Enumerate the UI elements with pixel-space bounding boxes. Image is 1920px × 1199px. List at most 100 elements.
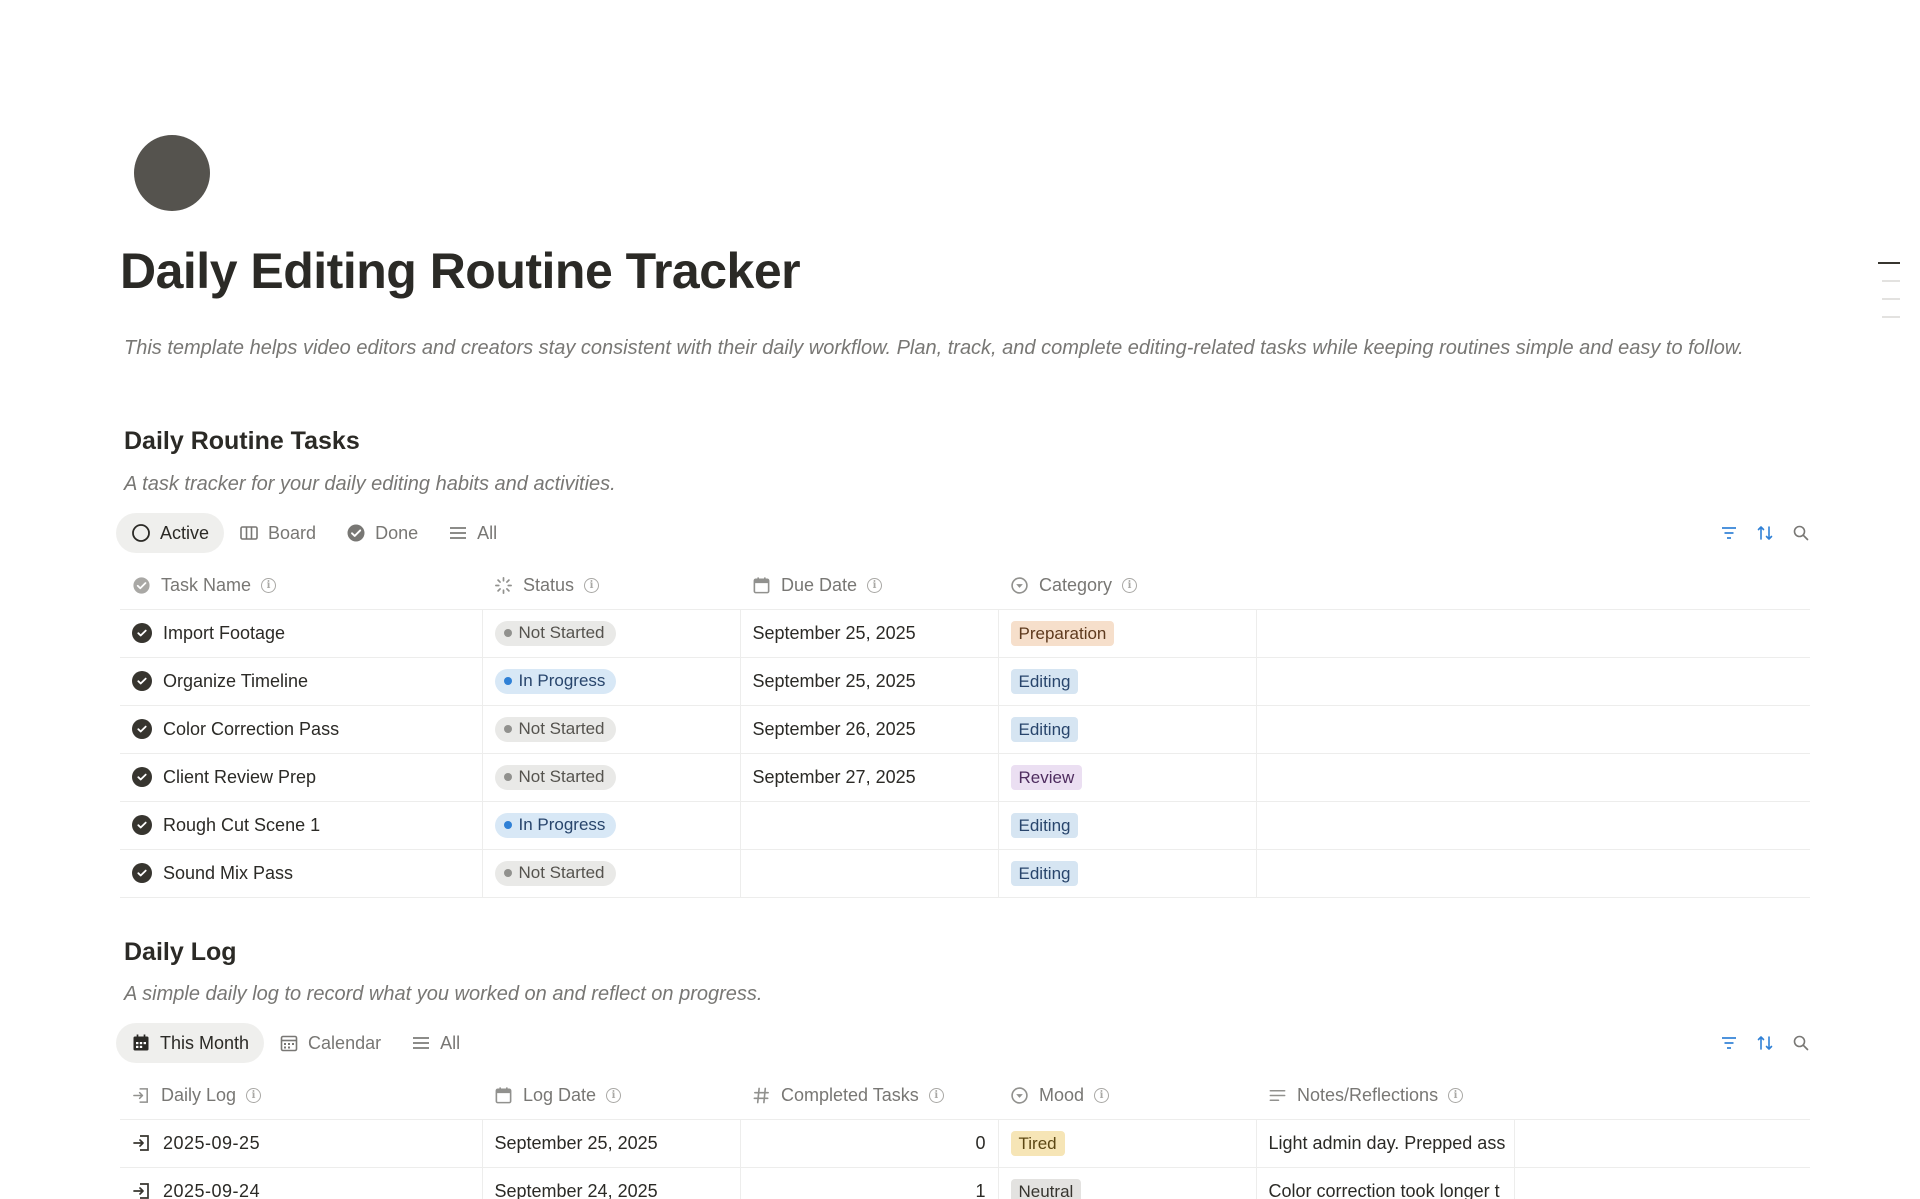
column-header-task-name[interactable]: Task Name i [120, 563, 482, 610]
column-header-completed-tasks[interactable]: Completed Tasks i [740, 1073, 998, 1120]
info-icon[interactable]: i [1122, 578, 1138, 594]
info-icon[interactable]: i [1094, 1088, 1110, 1104]
empty-cell [1256, 849, 1810, 898]
due-date[interactable]: September 25, 2025 [740, 657, 999, 706]
category-tag[interactable]: Review [1010, 764, 1083, 790]
info-icon[interactable]: i [1448, 1088, 1464, 1104]
status-badge[interactable]: Not Started [494, 716, 616, 742]
column-header-notes[interactable]: Notes/Reflections i [1256, 1073, 1514, 1120]
section-title: Daily Log [124, 938, 237, 966]
filter-icon[interactable] [1720, 1034, 1738, 1052]
status-loader-icon [495, 577, 512, 595]
tab-this-month[interactable]: This Month [116, 1023, 265, 1063]
due-date[interactable]: September 26, 2025 [740, 705, 999, 754]
empty-cell [1256, 705, 1810, 754]
log-date[interactable]: September 25, 2025 [482, 1119, 741, 1168]
log-date[interactable]: September 24, 2025 [482, 1167, 741, 1199]
table-row[interactable]: Rough Cut Scene 1 In Progress Editing [120, 801, 1810, 850]
task-name[interactable]: Sound Mix Pass [163, 863, 293, 884]
status-badge[interactable]: In Progress [494, 812, 617, 838]
column-header-mood[interactable]: Mood i [998, 1073, 1256, 1120]
column-header-category[interactable]: Category i [998, 563, 1256, 610]
check-circle-icon [132, 671, 152, 691]
completed-tasks[interactable]: 1 [740, 1167, 999, 1199]
table-row[interactable]: Color Correction Pass Not Started Septem… [120, 705, 1810, 754]
filter-icon[interactable] [1720, 524, 1738, 542]
table-row[interactable]: 2025-09-24 September 24, 2025 1 Neutral … [120, 1167, 1810, 1199]
column-label: Status [523, 575, 575, 596]
column-header-log-date[interactable]: Log Date i [482, 1073, 740, 1120]
mood-tag[interactable]: Tired [1010, 1130, 1065, 1156]
mood-tag[interactable]: Neutral [1010, 1178, 1082, 1199]
status-badge[interactable]: Not Started [494, 620, 616, 646]
due-date[interactable]: September 27, 2025 [740, 753, 999, 802]
info-icon[interactable]: i [867, 578, 883, 594]
status-badge[interactable]: Not Started [494, 764, 616, 790]
sort-icon[interactable] [1756, 1034, 1774, 1052]
category-tag[interactable]: Editing [1010, 668, 1079, 694]
tab-all[interactable]: All [433, 513, 512, 553]
column-header-daily-log[interactable]: Daily Log i [120, 1073, 482, 1120]
toc-item[interactable] [1878, 262, 1900, 264]
column-header-status[interactable]: Status i [482, 563, 740, 610]
table-row[interactable]: 2025-09-25 September 25, 2025 0 Tired Li… [120, 1119, 1810, 1168]
check-circle-icon [132, 815, 152, 835]
table-row[interactable]: Client Review Prep Not Started September… [120, 753, 1810, 802]
tab-done[interactable]: Done [331, 513, 433, 553]
toc-item[interactable] [1882, 298, 1900, 300]
notes-cell[interactable]: Color correction took longer t [1256, 1167, 1515, 1199]
tab-active[interactable]: Active [116, 513, 225, 553]
category-tag[interactable]: Editing [1010, 812, 1079, 838]
section-description: A task tracker for your daily editing ha… [124, 473, 616, 495]
task-name[interactable]: Color Correction Pass [163, 719, 339, 740]
tab-label: This Month [160, 1032, 250, 1053]
due-date[interactable]: September 25, 2025 [740, 609, 999, 658]
table-row[interactable]: Import Footage Not Started September 25,… [120, 609, 1810, 658]
calendar-icon [753, 577, 770, 594]
select-icon [1011, 577, 1028, 594]
category-tag[interactable]: Preparation [1010, 620, 1115, 646]
status-badge[interactable]: Not Started [494, 860, 616, 886]
sort-icon[interactable] [1756, 524, 1774, 542]
search-icon[interactable] [1792, 524, 1810, 542]
toc-item[interactable] [1882, 316, 1900, 318]
log-name[interactable]: 2025-09-25 [163, 1133, 260, 1154]
info-icon[interactable]: i [928, 1088, 944, 1104]
info-icon[interactable]: i [246, 1088, 262, 1104]
check-circle-icon [132, 767, 152, 787]
info-icon[interactable]: i [584, 578, 600, 594]
due-date[interactable] [740, 801, 999, 850]
page-icon[interactable] [134, 135, 210, 211]
task-name[interactable]: Organize Timeline [163, 671, 308, 692]
category-tag[interactable]: Editing [1010, 716, 1079, 742]
column-header-due-date[interactable]: Due Date i [740, 563, 998, 610]
column-label: Completed Tasks [781, 1085, 919, 1106]
empty-cell [1256, 609, 1810, 658]
page-title: Daily Editing Routine Tracker [120, 243, 801, 299]
table-row[interactable]: Sound Mix Pass Not Started Editing [120, 849, 1810, 898]
info-icon[interactable]: i [606, 1088, 622, 1104]
tab-board[interactable]: Board [224, 513, 331, 553]
table-row[interactable]: Organize Timeline In Progress September … [120, 657, 1810, 706]
check-circle-icon [132, 863, 152, 883]
category-tag[interactable]: Editing [1010, 860, 1079, 886]
search-icon[interactable] [1792, 1034, 1810, 1052]
tab-calendar[interactable]: Calendar [264, 1023, 396, 1063]
check-circle-icon [132, 719, 152, 739]
tab-label: Active [160, 522, 210, 543]
notes-cell[interactable]: Light admin day. Prepped ass [1256, 1119, 1515, 1168]
completed-tasks[interactable]: 0 [740, 1119, 999, 1168]
info-icon[interactable]: i [261, 578, 277, 594]
due-date[interactable] [740, 849, 999, 898]
table-of-contents[interactable] [1878, 262, 1900, 334]
page-entry-icon [133, 1135, 149, 1151]
task-name[interactable]: Client Review Prep [163, 767, 316, 788]
empty-cell [1514, 1119, 1810, 1168]
tab-all[interactable]: All [396, 1023, 475, 1063]
task-name[interactable]: Rough Cut Scene 1 [163, 815, 320, 836]
task-name[interactable]: Import Footage [163, 623, 285, 644]
number-icon [753, 1087, 769, 1104]
toc-item[interactable] [1882, 280, 1900, 282]
status-badge[interactable]: In Progress [494, 668, 617, 694]
log-name[interactable]: 2025-09-24 [163, 1181, 260, 1199]
